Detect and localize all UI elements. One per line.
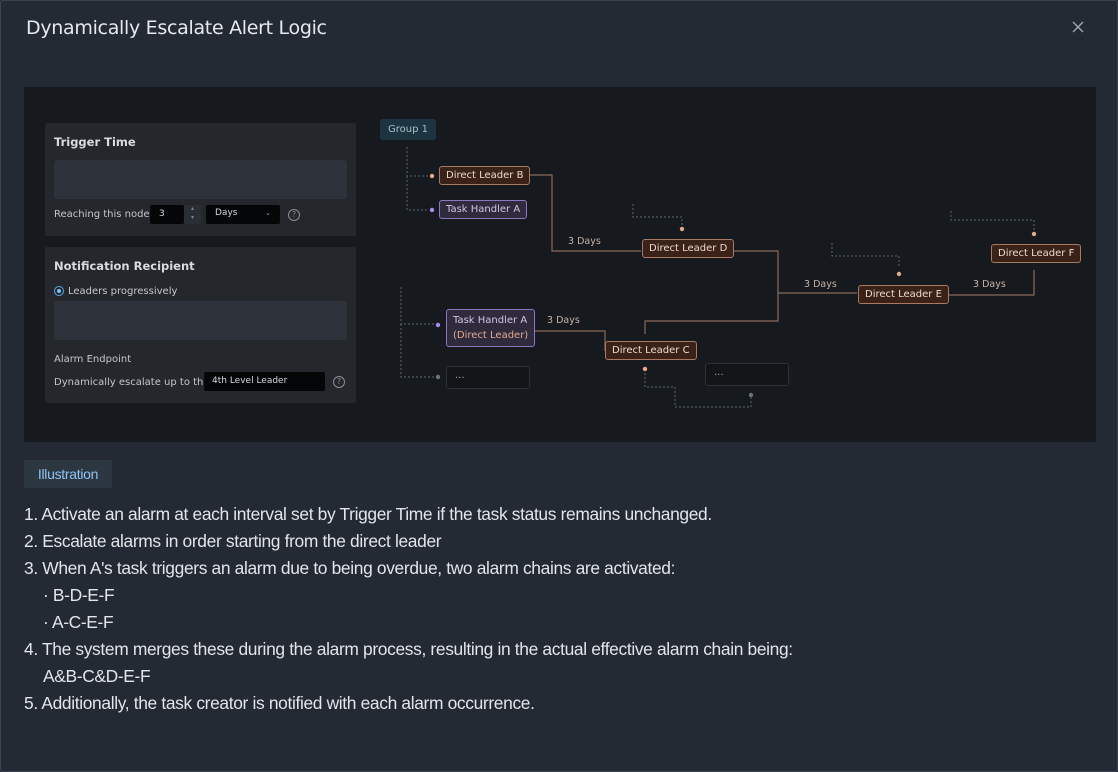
illustration-tag: Illustration: [24, 460, 112, 488]
edge-label-d-e: 3 Days: [804, 279, 837, 290]
group-1-node: Group 1: [380, 119, 436, 140]
description-line: 1. Activate an alarm at each interval se…: [24, 504, 712, 524]
direct-leader-b-node: Direct Leader B: [439, 166, 531, 185]
handler-a2-role: (Direct Leader): [453, 330, 529, 341]
description: 1. Activate an alarm at each interval se…: [24, 502, 793, 718]
task-handler-a-node: Task Handler A: [439, 200, 528, 219]
description-line: 4. The system merges these during the al…: [24, 639, 793, 659]
placeholder-node: ...: [446, 366, 530, 389]
diagram-connectors: [400, 147, 1037, 408]
edge-label-b-d: 3 Days: [568, 236, 601, 247]
description-line: A&B-C&D-E-F: [43, 666, 151, 686]
placeholder-node: ...: [705, 363, 789, 386]
description-line: 3. When A's task triggers an alarm due t…: [24, 558, 676, 578]
description-line: · B-D-E-F: [43, 585, 115, 605]
dialog-title: Dynamically Escalate Alert Logic: [26, 17, 327, 39]
close-icon: [1072, 21, 1084, 33]
description-line: 5. Additionally, the task creator is not…: [24, 693, 535, 713]
task-handler-a-direct-leader-node: Task Handler A (Direct Leader): [446, 309, 536, 347]
description-line: · A-C-E-F: [43, 612, 114, 632]
direct-leader-e-node: Direct Leader E: [858, 285, 949, 304]
direct-leader-d-node: Direct Leader D: [642, 239, 735, 258]
illustration-image: Trigger Time Reaching this node 3 ▴ ▾ Day…: [24, 87, 1096, 442]
description-line: 2. Escalate alarms in order starting fro…: [24, 531, 442, 551]
edge-label-e-f: 3 Days: [973, 279, 1006, 290]
direct-leader-f-node: Direct Leader F: [991, 244, 1082, 263]
close-button[interactable]: [1068, 17, 1088, 37]
edge-label-a-c: 3 Days: [547, 315, 580, 326]
dialog: Dynamically Escalate Alert Logic Trigger…: [0, 0, 1118, 772]
handler-a2-name: Task Handler A: [453, 315, 528, 326]
direct-leader-c-node: Direct Leader C: [605, 341, 697, 360]
